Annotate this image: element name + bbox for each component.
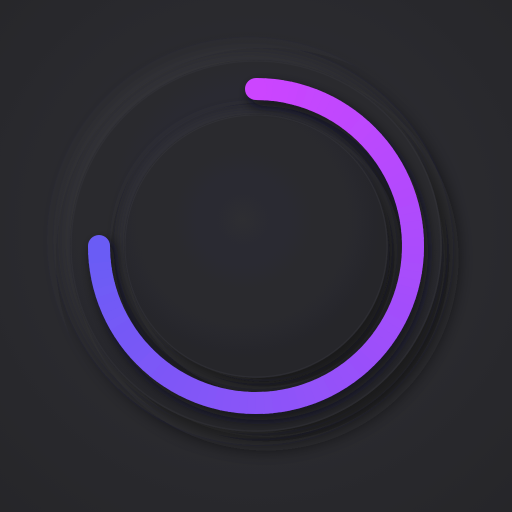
progress-arc-start-cap: [245, 78, 267, 100]
progress-ring-widget: [70, 60, 442, 432]
progress-arc-end-cap: [88, 235, 110, 257]
app-background: [0, 0, 512, 512]
